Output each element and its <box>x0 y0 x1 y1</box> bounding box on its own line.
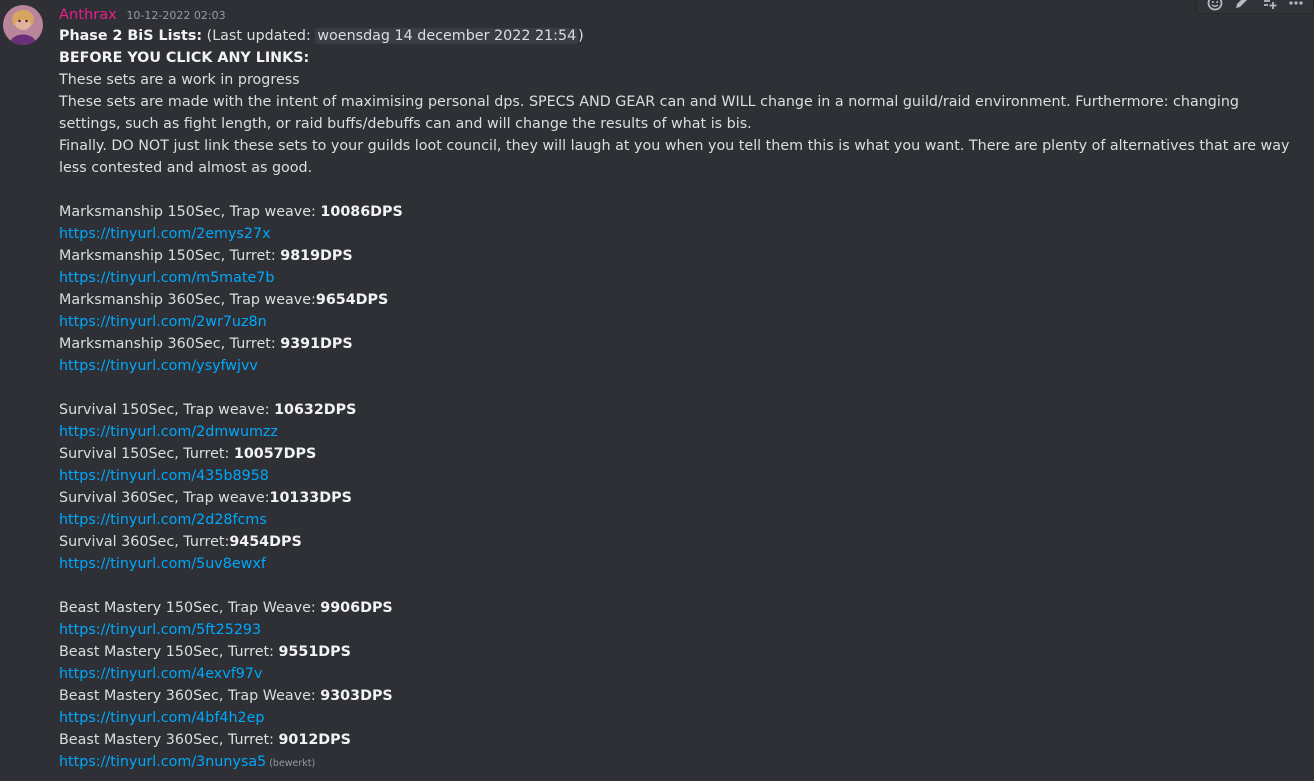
set-link[interactable]: https://tinyurl.com/m5mate7b <box>59 270 274 286</box>
set-entry: Survival 360Sec, Turret:9454DPS <box>59 531 1294 553</box>
set-dps: 9303DPS <box>320 688 393 704</box>
set-entry: Beast Mastery 150Sec, Trap Weave: 9906DP… <box>59 597 1294 619</box>
set-link-line: https://tinyurl.com/435b8958 <box>59 465 1294 487</box>
set-label: Beast Mastery 150Sec, Trap Weave: <box>59 600 321 616</box>
set-dps: 9819DPS <box>280 248 353 264</box>
set-label: Beast Mastery 150Sec, Turret: <box>59 644 279 660</box>
set-dps: 10057DPS <box>233 446 317 462</box>
set-link[interactable]: https://tinyurl.com/435b8958 <box>59 468 269 484</box>
edited-marker: (bewerkt) <box>269 758 316 769</box>
set-link[interactable]: https://tinyurl.com/2d28fcms <box>59 512 267 528</box>
finally-paragraph: Finally. DO NOT just link these sets to … <box>59 138 1290 176</box>
set-link-line: https://tinyurl.com/4exvf97v <box>59 663 1294 685</box>
set-label: Marksmanship 150Sec, Trap weave: <box>59 204 321 220</box>
message-header: Anthrax 10-12-2022 02:03 <box>59 5 1294 25</box>
set-dps: 9654DPS <box>315 292 389 308</box>
last-updated-timestamp[interactable]: woensdag 14 december 2022 21:54 <box>315 28 579 44</box>
set-label: Marksmanship 360Sec, Trap weave: <box>59 292 316 308</box>
set-link-line: https://tinyurl.com/2wr7uz8n <box>59 311 1294 333</box>
set-dps: 9391DPS <box>280 336 353 352</box>
username[interactable]: Anthrax <box>59 6 117 23</box>
set-entry: Marksmanship 150Sec, Turret: 9819DPS <box>59 245 1294 267</box>
set-link[interactable]: https://tinyurl.com/2wr7uz8n <box>59 314 267 330</box>
set-link[interactable]: https://tinyurl.com/4exvf97v <box>59 666 262 682</box>
set-dps: 9454DPS <box>229 534 302 550</box>
avatar-image <box>3 5 43 45</box>
set-dps: 9551DPS <box>278 644 351 660</box>
set-link[interactable]: https://tinyurl.com/ysyfwjvv <box>59 358 258 374</box>
set-link-line: https://tinyurl.com/2dmwumzz <box>59 421 1294 443</box>
set-dps: 10632DPS <box>274 402 357 418</box>
title-bold: Phase 2 BiS Lists: <box>59 28 203 44</box>
set-label: Marksmanship 360Sec, Turret: <box>59 336 281 352</box>
warning-heading-text: BEFORE YOU CLICK ANY LINKS: <box>59 50 310 66</box>
bis-list: Marksmanship 150Sec, Trap weave: 10086DP… <box>59 179 1294 773</box>
set-link-line: https://tinyurl.com/m5mate7b <box>59 267 1294 289</box>
set-dps: 10133DPS <box>269 490 352 506</box>
set-link-line: https://tinyurl.com/2d28fcms <box>59 509 1294 531</box>
set-link-line: https://tinyurl.com/5uv8ewxf <box>59 553 1294 575</box>
timestamp[interactable]: 10-12-2022 02:03 <box>126 9 225 22</box>
avatar[interactable] <box>3 5 43 45</box>
set-link-line: https://tinyurl.com/ysyfwjvv <box>59 355 1294 377</box>
set-label: Survival 150Sec, Trap weave: <box>59 402 275 418</box>
title-line: Phase 2 BiS Lists: (Last updated: woensd… <box>59 25 1294 47</box>
set-label: Survival 360Sec, Turret: <box>59 534 230 550</box>
set-link[interactable]: https://tinyurl.com/5ft25293 <box>59 622 261 638</box>
set-entry: Beast Mastery 360Sec, Turret: 9012DPS <box>59 729 1294 751</box>
warning-heading: BEFORE YOU CLICK ANY LINKS: <box>59 47 1294 69</box>
set-link[interactable]: https://tinyurl.com/5uv8ewxf <box>59 556 266 572</box>
last-updated-label: (Last updated: <box>206 28 316 44</box>
intent-paragraph: These sets are made with the intent of m… <box>59 94 1239 132</box>
set-entry: Marksmanship 360Sec, Trap weave:9654DPS <box>59 289 1294 311</box>
set-entry: Survival 150Sec, Turret: 10057DPS <box>59 443 1294 465</box>
set-link-line: https://tinyurl.com/2emys27x <box>59 223 1294 245</box>
set-label: Survival 150Sec, Turret: <box>59 446 234 462</box>
set-entry: Marksmanship 150Sec, Trap weave: 10086DP… <box>59 201 1294 223</box>
set-link[interactable]: https://tinyurl.com/4bf4h2ep <box>59 710 264 726</box>
set-dps: 9906DPS <box>320 600 393 616</box>
message: Anthrax 10-12-2022 02:03 Phase 2 BiS Lis… <box>0 0 1314 781</box>
set-entry: Beast Mastery 150Sec, Turret: 9551DPS <box>59 641 1294 663</box>
set-link[interactable]: https://tinyurl.com/2emys27x <box>59 226 271 242</box>
set-link[interactable]: https://tinyurl.com/3nunysa5 <box>59 754 266 770</box>
set-entry: Survival 150Sec, Trap weave: 10632DPS <box>59 399 1294 421</box>
set-entry: Marksmanship 360Sec, Turret: 9391DPS <box>59 333 1294 355</box>
set-dps: 9012DPS <box>278 732 351 748</box>
set-entry: Beast Mastery 360Sec, Trap Weave: 9303DP… <box>59 685 1294 707</box>
set-link-line: https://tinyurl.com/5ft25293 <box>59 619 1294 641</box>
set-label: Beast Mastery 360Sec, Trap Weave: <box>59 688 321 704</box>
set-link-line: https://tinyurl.com/4bf4h2ep <box>59 707 1294 729</box>
set-link-line: https://tinyurl.com/3nunysa5 (bewerkt) <box>59 751 1294 773</box>
set-dps: 10086DPS <box>320 204 403 220</box>
set-link[interactable]: https://tinyurl.com/2dmwumzz <box>59 424 278 440</box>
set-label: Survival 360Sec, Trap weave: <box>59 490 270 506</box>
set-label: Beast Mastery 360Sec, Turret: <box>59 732 279 748</box>
message-content: Anthrax 10-12-2022 02:03 Phase 2 BiS Lis… <box>59 5 1294 773</box>
set-label: Marksmanship 150Sec, Turret: <box>59 248 281 264</box>
wip-line: These sets are a work in progress <box>59 72 300 88</box>
last-updated-close: ) <box>578 28 584 44</box>
set-entry: Survival 360Sec, Trap weave:10133DPS <box>59 487 1294 509</box>
